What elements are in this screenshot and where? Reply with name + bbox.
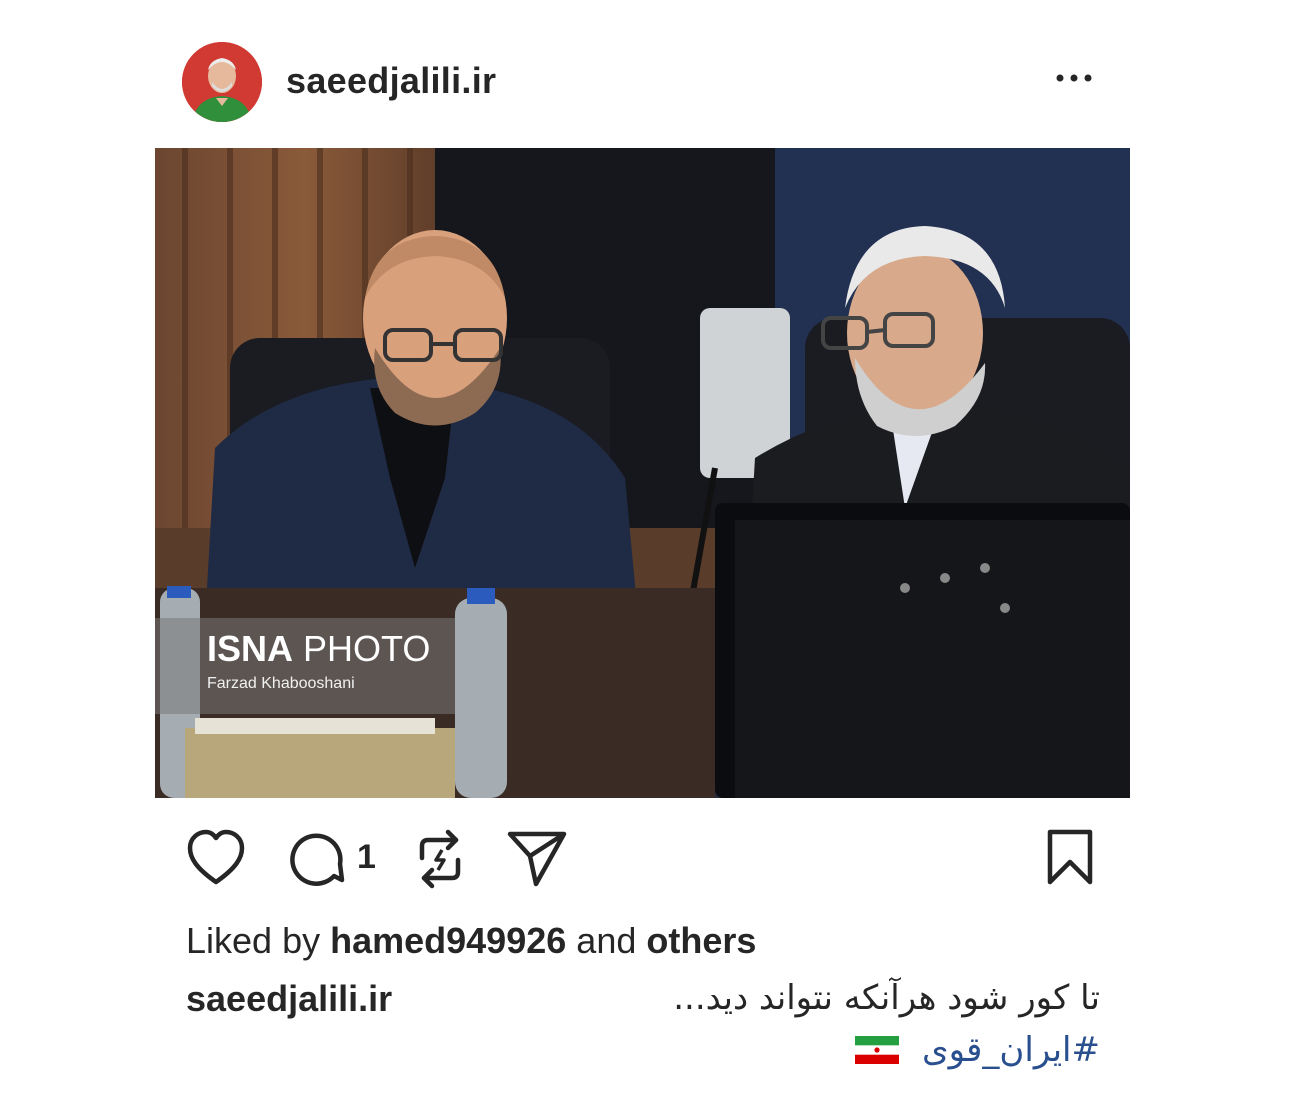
watermark-brand: ISNA: [207, 628, 294, 669]
post-username[interactable]: saeedjalili.ir: [286, 60, 496, 102]
photo-watermark: ISNA PHOTO Farzad Khabooshani: [155, 618, 455, 714]
liked-by-others[interactable]: others: [646, 920, 756, 961]
post-header: saeedjalili.ir: [180, 40, 1120, 124]
liked-by-user[interactable]: hamed949926: [330, 920, 566, 961]
post-photo[interactable]: ISNA PHOTO Farzad Khabooshani: [155, 148, 1130, 798]
more-options-button[interactable]: [1054, 66, 1094, 90]
repost-icon: [419, 829, 461, 889]
photo-credit: Farzad Khabooshani: [207, 675, 355, 692]
comment-icon: [290, 833, 345, 886]
watermark-word: PHOTO: [303, 628, 431, 669]
comment-count: 1: [357, 838, 376, 876]
avatar[interactable]: [182, 42, 262, 122]
comment-button[interactable]: [286, 824, 346, 894]
bookmark-icon: [1047, 829, 1093, 885]
share-button[interactable]: [506, 824, 570, 894]
caption-username[interactable]: saeedjalili.ir: [186, 978, 392, 1020]
caption-hashtag-line: #ایران_قوی: [854, 1030, 1100, 1074]
liked-by-prefix: Liked by: [186, 920, 321, 961]
more-horizontal-icon: [1056, 74, 1092, 82]
action-bar: 1: [180, 824, 1100, 894]
send-icon: [507, 831, 567, 887]
avatar-photo: [182, 42, 262, 122]
watermark-title: ISNA PHOTO: [207, 628, 430, 670]
heart-icon: [187, 829, 245, 885]
hashtag-link[interactable]: #ایران_قوی: [922, 1030, 1100, 1070]
repost-button[interactable]: [412, 824, 468, 894]
like-button[interactable]: [186, 824, 246, 894]
iran-flag-icon: [854, 1036, 899, 1064]
liked-by-and: and: [576, 920, 637, 961]
caption-text: تا کور شود هرآنکه نتواند دید...: [673, 978, 1100, 1018]
likes-summary: Liked by hamed949926 and others: [186, 920, 756, 962]
save-button[interactable]: [1044, 824, 1096, 894]
